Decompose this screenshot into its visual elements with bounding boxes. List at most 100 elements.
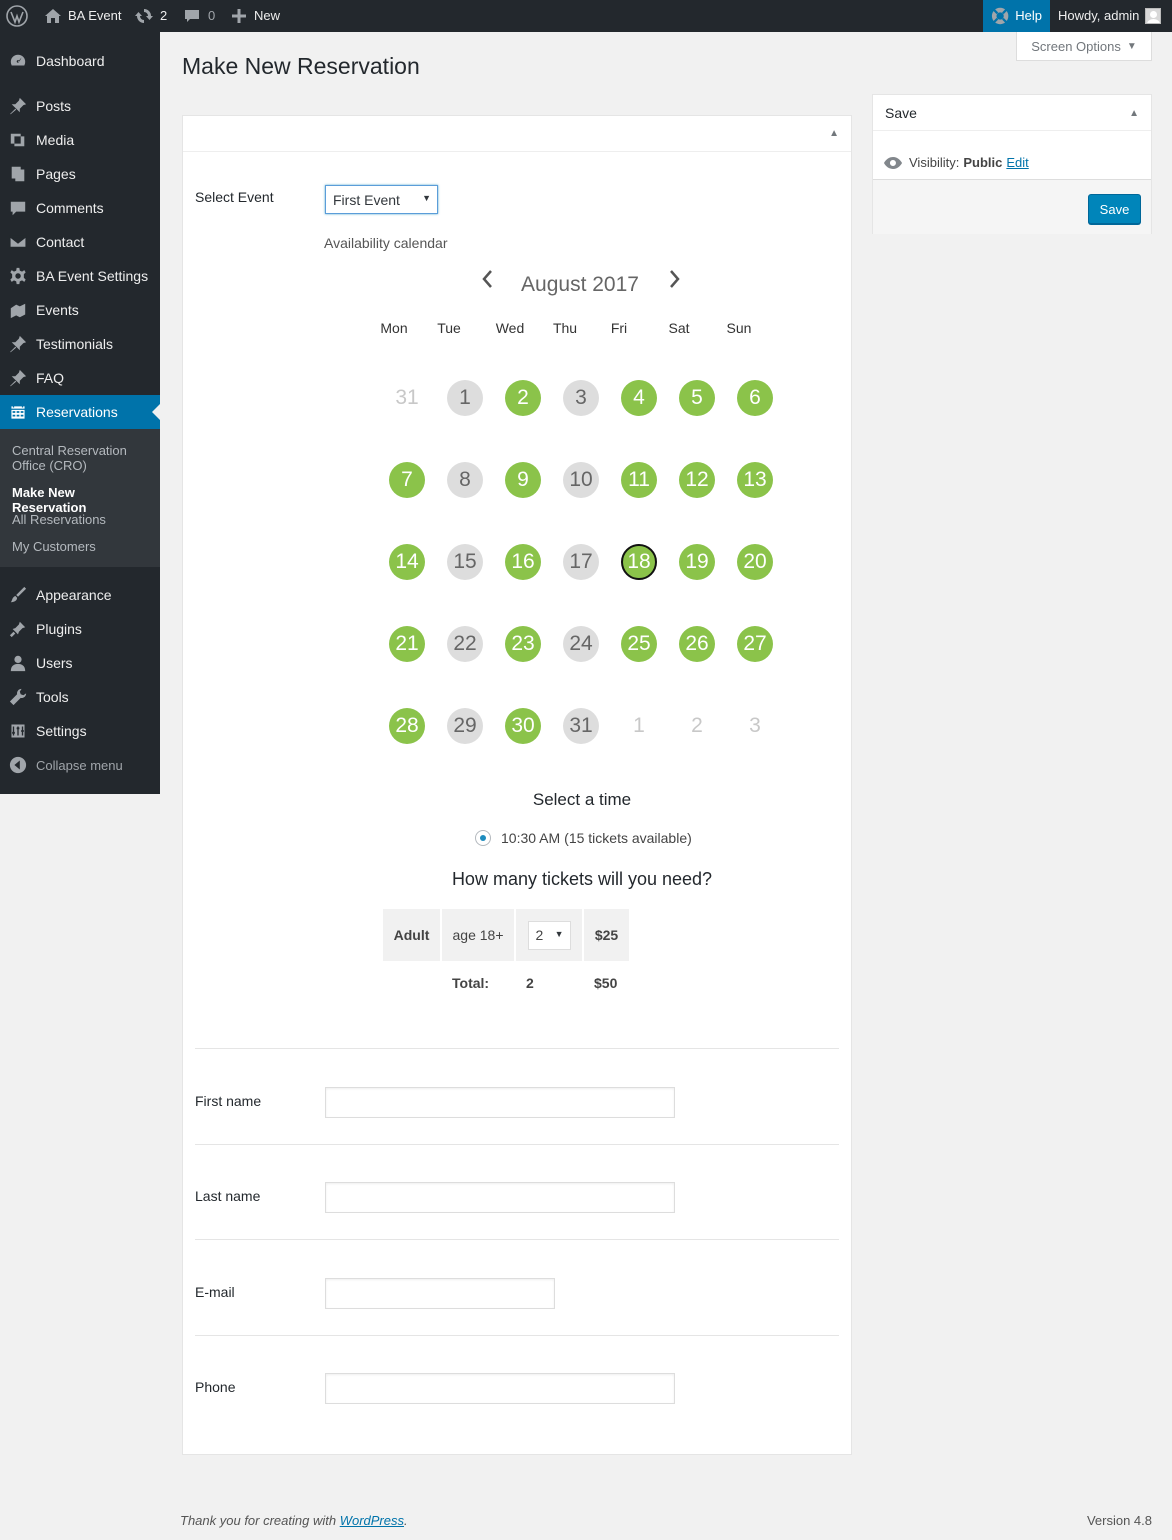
menu-appearance[interactable]: Appearance — [0, 578, 160, 612]
help-label: Help — [1015, 8, 1042, 23]
calendar-day[interactable]: 17 — [563, 544, 599, 580]
menu-events[interactable]: Events — [0, 293, 160, 327]
collapse-toggle-icon[interactable]: ▲ — [1129, 108, 1139, 119]
submenu-all-reservations[interactable]: All Reservations — [12, 512, 152, 527]
calendar-day[interactable]: 29 — [447, 708, 483, 744]
calendar-day[interactable]: 10 — [563, 462, 599, 498]
menu-contact[interactable]: Contact — [0, 225, 160, 259]
submenu-make-new-reservation[interactable]: Make New Reservation — [12, 485, 152, 515]
calendar-day[interactable]: 7 — [389, 462, 425, 498]
submenu-cro[interactable]: Central Reservation Office (CRO) — [12, 443, 152, 473]
calendar-day[interactable]: 19 — [679, 544, 715, 580]
collapse-toggle-icon[interactable]: ▲ — [829, 128, 839, 139]
calendar-day[interactable]: 2 — [505, 380, 541, 416]
phone-input[interactable] — [325, 1373, 675, 1404]
menu-tools[interactable]: Tools — [0, 680, 160, 714]
divider — [195, 1144, 839, 1145]
time-availability: (15 tickets available) — [564, 830, 692, 846]
visibility-edit-link[interactable]: Edit — [1006, 155, 1028, 170]
calendar-day[interactable]: 18 — [621, 544, 657, 580]
calendar-day[interactable]: 26 — [679, 626, 715, 662]
calendar-day[interactable]: 3 — [563, 380, 599, 416]
menu-label-faq: FAQ — [36, 370, 65, 386]
site-link[interactable]: BA Event — [44, 0, 121, 32]
collapse-icon — [0, 756, 36, 774]
calendar-day[interactable]: 31 — [563, 708, 599, 744]
time-radio[interactable] — [475, 830, 491, 846]
calendar-day[interactable]: 28 — [389, 708, 425, 744]
total-price: $50 — [594, 975, 618, 991]
calendar-day: 1 — [633, 714, 645, 737]
calendar-day[interactable]: 25 — [621, 626, 657, 662]
calendar-day[interactable]: 8 — [447, 462, 483, 498]
updates-link[interactable]: 2 — [135, 0, 167, 32]
time-option[interactable]: 10:30 AM (15 tickets available) — [475, 830, 692, 846]
menu-testimonials[interactable]: Testimonials — [0, 327, 160, 361]
new-content-link[interactable]: New — [232, 0, 280, 32]
menu-label-settings: Settings — [36, 723, 87, 739]
menu-pages[interactable]: Pages — [0, 157, 160, 191]
calendar-day[interactable]: 20 — [737, 544, 773, 580]
menu-label-comments: Comments — [36, 200, 104, 216]
prev-month-button[interactable] — [480, 268, 494, 297]
ticket-age: age 18+ — [442, 909, 514, 961]
visibility-value: Public — [963, 155, 1003, 170]
screen-options-button[interactable]: Screen Options ▼ — [1016, 32, 1152, 61]
event-select[interactable]: First Event ▼ — [325, 185, 438, 214]
calendar-day[interactable]: 22 — [447, 626, 483, 662]
menu-plugins[interactable]: Plugins — [0, 612, 160, 646]
menu-label-pages: Pages — [36, 166, 76, 182]
save-button[interactable]: Save — [1088, 194, 1141, 224]
wordpress-logo-icon[interactable] — [6, 0, 28, 32]
calendar-day[interactable]: 14 — [389, 544, 425, 580]
calendar-day[interactable]: 1 — [447, 380, 483, 416]
menu-media[interactable]: Media — [0, 123, 160, 157]
calendar-day[interactable]: 15 — [447, 544, 483, 580]
visibility-label: Visibility: — [909, 155, 960, 170]
collapse-menu-button[interactable]: Collapse menu — [0, 748, 160, 782]
calendar-day[interactable]: 24 — [563, 626, 599, 662]
calendar-day[interactable]: 12 — [679, 462, 715, 498]
calendar-day[interactable]: 11 — [621, 462, 657, 498]
menu-posts[interactable]: Posts — [0, 89, 160, 123]
last-name-input[interactable] — [325, 1182, 675, 1213]
calendar-day[interactable]: 27 — [737, 626, 773, 662]
wordpress-link[interactable]: WordPress — [340, 1513, 404, 1528]
calendar-day[interactable]: 9 — [505, 462, 541, 498]
first-name-input[interactable] — [325, 1087, 675, 1118]
updates-count: 2 — [160, 8, 168, 23]
menu-ba-event-settings[interactable]: BA Event Settings — [0, 259, 160, 293]
help-link[interactable]: Help — [983, 0, 1050, 32]
menu-comments[interactable]: Comments — [0, 191, 160, 225]
calendar-day[interactable]: 30 — [505, 708, 541, 744]
gear-icon — [0, 267, 36, 285]
tickets-heading: How many tickets will you need? — [451, 869, 713, 889]
calendar-day[interactable]: 13 — [737, 462, 773, 498]
menu-reservations[interactable]: Reservations — [0, 395, 160, 429]
calendar-day[interactable]: 6 — [737, 380, 773, 416]
reservations-submenu: Central Reservation Office (CRO) Make Ne… — [0, 429, 160, 567]
events-icon — [0, 301, 36, 319]
account-menu[interactable]: Howdy, admin — [1058, 0, 1162, 32]
comments-link[interactable]: 0 — [184, 0, 215, 32]
save-box-footer: Save — [873, 179, 1151, 234]
calendar-day[interactable]: 23 — [505, 626, 541, 662]
submenu-my-customers[interactable]: My Customers — [12, 539, 152, 554]
menu-users[interactable]: Users — [0, 646, 160, 680]
email-input[interactable] — [325, 1278, 555, 1309]
menu-faq[interactable]: FAQ — [0, 361, 160, 395]
menu-label-contact: Contact — [36, 234, 85, 250]
next-month-button[interactable] — [668, 268, 682, 297]
calendar-day[interactable]: 4 — [621, 380, 657, 416]
total-label: Total: — [452, 975, 490, 991]
avatar — [1145, 8, 1162, 24]
calendar-day[interactable]: 16 — [505, 544, 541, 580]
calendar-day[interactable]: 21 — [389, 626, 425, 662]
menu-settings[interactable]: Settings — [0, 714, 160, 748]
refresh-icon — [135, 9, 153, 23]
ticket-qty-cell: 2 ▼ — [516, 909, 582, 961]
calendar-day[interactable]: 5 — [679, 380, 715, 416]
reservation-form-box: ▲ Select Event First Event ▼ Availabilit… — [182, 115, 852, 1455]
ticket-qty-select[interactable]: 2 ▼ — [527, 920, 571, 950]
menu-dashboard[interactable]: Dashboard — [0, 44, 160, 78]
